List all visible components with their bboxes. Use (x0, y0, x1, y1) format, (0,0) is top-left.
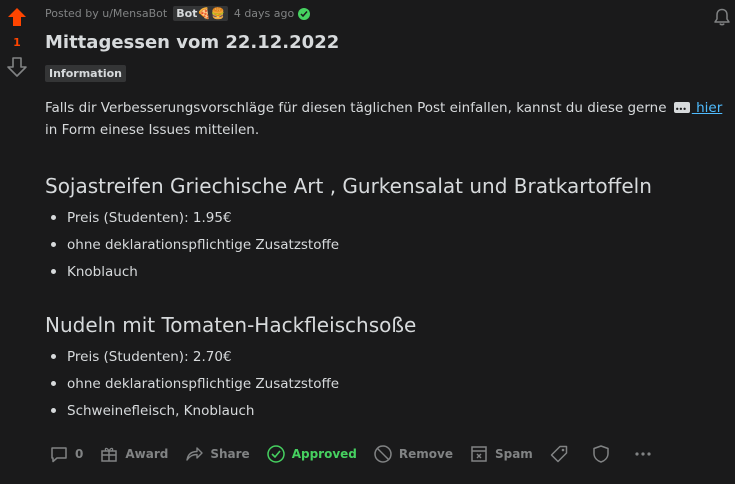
spam-button[interactable]: Spam (469, 444, 533, 464)
list-item: ohne deklarationspflichtige Zusatzstoffe (45, 236, 339, 263)
user-flair: Bot🍕🍔 (173, 6, 228, 21)
upvote-arrow-icon[interactable] (6, 6, 28, 28)
spam-label: Spam (494, 447, 533, 461)
post-flair[interactable]: Information (45, 65, 126, 82)
meal-details: Preis (Studenten): 2.70€ ohne deklaratio… (45, 348, 339, 429)
award-button[interactable]: Award (99, 444, 168, 464)
comment-icon (51, 447, 67, 463)
mod-shield-button[interactable] (591, 444, 617, 464)
list-item: ohne deklarationspflichtige Zusatzstoffe (45, 375, 339, 402)
vote-score: 1 (13, 36, 21, 49)
more-dots-icon (635, 452, 651, 456)
approve-button[interactable]: Approved (266, 444, 357, 464)
meal-title: Nudeln mit Tomaten-Hackfleischsoße (45, 313, 417, 337)
intro-text-end: in Form einese Issues mitteilen. (45, 122, 260, 138)
downvote-arrow-icon[interactable] (6, 56, 28, 78)
post-title[interactable]: Mittagessen vom 22.12.2022 (45, 32, 339, 53)
post-intro: Falls dir Verbesserungsvorschläge für di… (45, 97, 729, 141)
award-label: Award (125, 447, 169, 461)
approved-check-icon (298, 7, 311, 20)
post-action-bar: 0 Award Share Approved Remove Spam (49, 441, 675, 467)
tag-icon (550, 445, 568, 463)
share-label: Share (210, 447, 250, 461)
author-link[interactable]: Posted by u/MensaBot (45, 7, 167, 20)
meal-title: Sojastreifen Griechische Art , Gurkensal… (45, 174, 652, 198)
gift-icon (101, 447, 118, 462)
remove-label: Remove (398, 447, 453, 461)
share-arrow-icon (186, 447, 204, 461)
list-item: Preis (Studenten): 2.70€ (45, 348, 339, 375)
remove-icon (374, 445, 392, 463)
post-timestamp[interactable]: 4 days ago (234, 7, 294, 20)
post-meta: Posted by u/MensaBot Bot🍕🍔 4 days ago (45, 6, 311, 21)
more-options-button[interactable] (633, 444, 659, 464)
meal-details: Preis (Studenten): 1.95€ ohne deklaratio… (45, 209, 339, 290)
speech-bubble-icon (673, 99, 690, 121)
approved-label: Approved (291, 447, 357, 461)
remove-button[interactable]: Remove (373, 444, 453, 464)
comments-button[interactable]: 0 (49, 444, 83, 464)
post-flair-button[interactable] (549, 444, 575, 464)
intro-text: Falls dir Verbesserungsvorschläge für di… (45, 100, 667, 116)
shield-icon (593, 445, 609, 463)
share-button[interactable]: Share (184, 444, 250, 464)
notification-bell-icon[interactable] (712, 7, 732, 27)
spam-icon (471, 446, 487, 462)
list-item: Knoblauch (45, 263, 339, 290)
list-item: Schweinefleisch, Knoblauch (45, 402, 339, 429)
comments-count: 0 (75, 447, 84, 461)
list-item: Preis (Studenten): 1.95€ (45, 209, 339, 236)
approved-circle-check-icon (266, 445, 285, 463)
issues-link[interactable]: hier (692, 100, 722, 116)
